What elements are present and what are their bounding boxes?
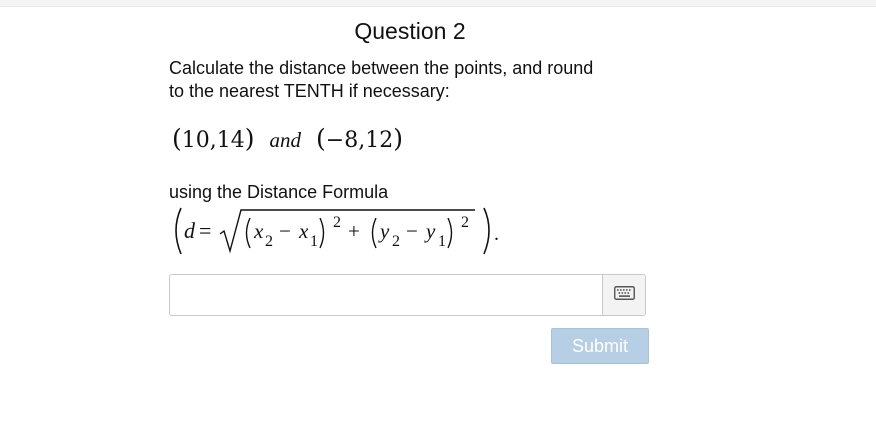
points-expression: (10,14) and (−8,12) [172, 124, 403, 153]
distance-formula: d = x 2 − x 1 2 + y 2 − y 1 2 . [170, 206, 510, 258]
prompt-line-1: Calculate the distance between the point… [169, 58, 594, 78]
svg-text:+: + [348, 219, 360, 243]
points-conjunction: and [269, 128, 302, 152]
svg-text:1: 1 [438, 233, 446, 250]
top-bar [0, 0, 876, 7]
svg-text:−: − [406, 219, 418, 243]
svg-text:d: d [184, 218, 196, 243]
svg-text:2: 2 [333, 214, 341, 231]
svg-text:1: 1 [310, 233, 318, 250]
svg-text:x: x [298, 219, 309, 243]
svg-text:=: = [199, 218, 211, 243]
svg-text:x: x [253, 219, 264, 243]
point-2: −8,12 [325, 128, 394, 153]
prompt-line-2: to the nearest TENTH if necessary: [169, 81, 450, 101]
distance-formula-graphic: d = x 2 − x 1 2 + y 2 − y 1 2 . [175, 207, 499, 255]
svg-text:y: y [424, 219, 436, 243]
answer-input[interactable] [170, 275, 602, 315]
svg-text:y: y [378, 219, 390, 243]
question-prompt: Calculate the distance between the point… [169, 57, 639, 103]
answer-box [169, 274, 646, 316]
question-title: Question 2 [354, 18, 466, 44]
svg-text:−: − [279, 219, 291, 243]
formula-intro: using the Distance Formula [169, 182, 389, 202]
svg-text:2: 2 [392, 233, 400, 250]
svg-text:.: . [494, 223, 499, 245]
svg-text:2: 2 [265, 233, 273, 250]
keyboard-button[interactable] [602, 275, 645, 315]
keyboard-icon [613, 285, 635, 305]
point-1: 10,14 [181, 128, 245, 153]
svg-text:2: 2 [461, 214, 469, 231]
submit-button[interactable]: Submit [551, 328, 649, 364]
